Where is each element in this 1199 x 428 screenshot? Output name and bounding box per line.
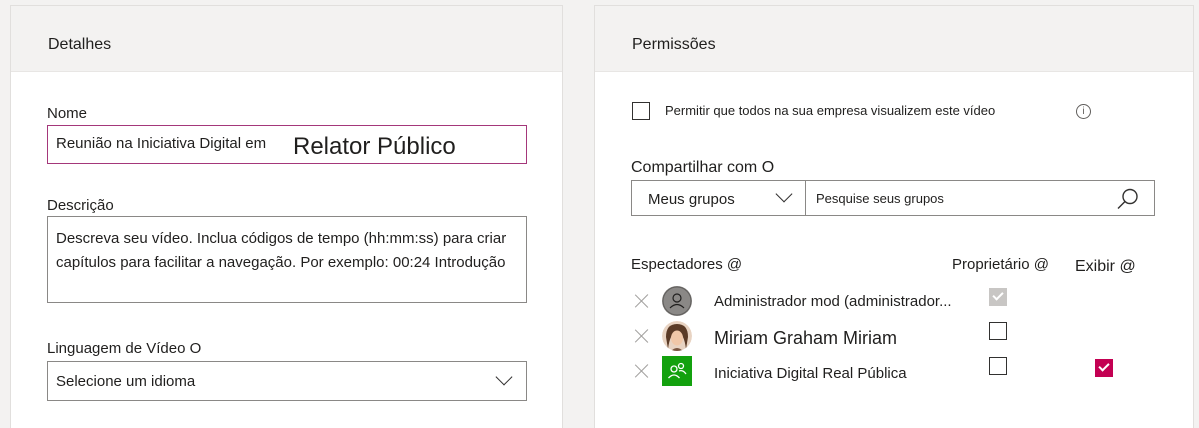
display-column-header: Exibir @ (1075, 258, 1136, 275)
permissions-header: Permissões (595, 6, 1193, 72)
details-panel: Detalhes Nome Reunião na Iniciativa Digi… (10, 5, 563, 428)
permissions-panel: Permissões Permitir que todos na sua emp… (594, 5, 1194, 428)
checkmark-icon (992, 289, 1004, 301)
description-label: Descrição (47, 197, 114, 214)
language-value: Selecione um idioma (56, 373, 196, 390)
viewers-column-header: Espectadores @ (631, 256, 743, 273)
avatar (662, 321, 692, 351)
group-search-input[interactable] (816, 187, 1106, 209)
chevron-down-icon (495, 368, 513, 386)
owner-column-header: Proprietário @ (952, 256, 1049, 273)
group-icon (668, 362, 687, 379)
permissions-title: Permissões (632, 36, 716, 53)
description-field[interactable]: Descreva seu vídeo. Inclua códigos de te… (47, 216, 527, 303)
groups-select-value: Meus grupos (648, 191, 735, 208)
share-label: Compartilhar com O (631, 159, 775, 176)
remove-icon[interactable] (633, 362, 651, 380)
chevron-down-icon (775, 185, 793, 203)
allow-company-label: Permitir que todos na sua empresa visual… (665, 103, 996, 118)
details-header: Detalhes (11, 6, 562, 72)
name-caption: Relator Público (293, 133, 456, 160)
display-checkbox[interactable] (1095, 359, 1113, 377)
person-icon (662, 286, 692, 316)
remove-icon[interactable] (633, 292, 651, 310)
name-label: Nome (47, 105, 88, 122)
language-select[interactable]: Selecione um idioma (47, 361, 527, 401)
allow-company-checkbox[interactable] (632, 102, 650, 120)
groups-select[interactable]: Meus grupos (631, 180, 806, 216)
viewer-name: Iniciativa Digital Real Pública (714, 365, 907, 382)
checkmark-icon (1098, 360, 1110, 372)
avatar (662, 286, 692, 316)
user-photo-icon (662, 321, 692, 351)
owner-checkbox[interactable] (989, 322, 1007, 340)
viewer-name: Miriam Graham Miriam (714, 328, 898, 348)
language-label: Linguagem de Vídeo O (47, 340, 202, 357)
description-value: Descreva seu vídeo. Inclua códigos de te… (56, 230, 507, 271)
owner-checkbox (989, 288, 1007, 306)
name-field[interactable]: Reunião na Iniciativa Digital em Relator… (47, 125, 527, 164)
group-search-field[interactable] (805, 180, 1155, 216)
remove-icon[interactable] (633, 327, 651, 345)
search-icon[interactable] (1116, 187, 1140, 211)
name-value: Reunião na Iniciativa Digital em (56, 135, 267, 152)
details-title: Detalhes (48, 36, 112, 53)
viewer-name: Administrador mod (administrador... (714, 293, 952, 310)
info-icon[interactable]: i (1076, 104, 1091, 119)
owner-checkbox[interactable] (989, 357, 1007, 375)
group-avatar (662, 356, 692, 386)
